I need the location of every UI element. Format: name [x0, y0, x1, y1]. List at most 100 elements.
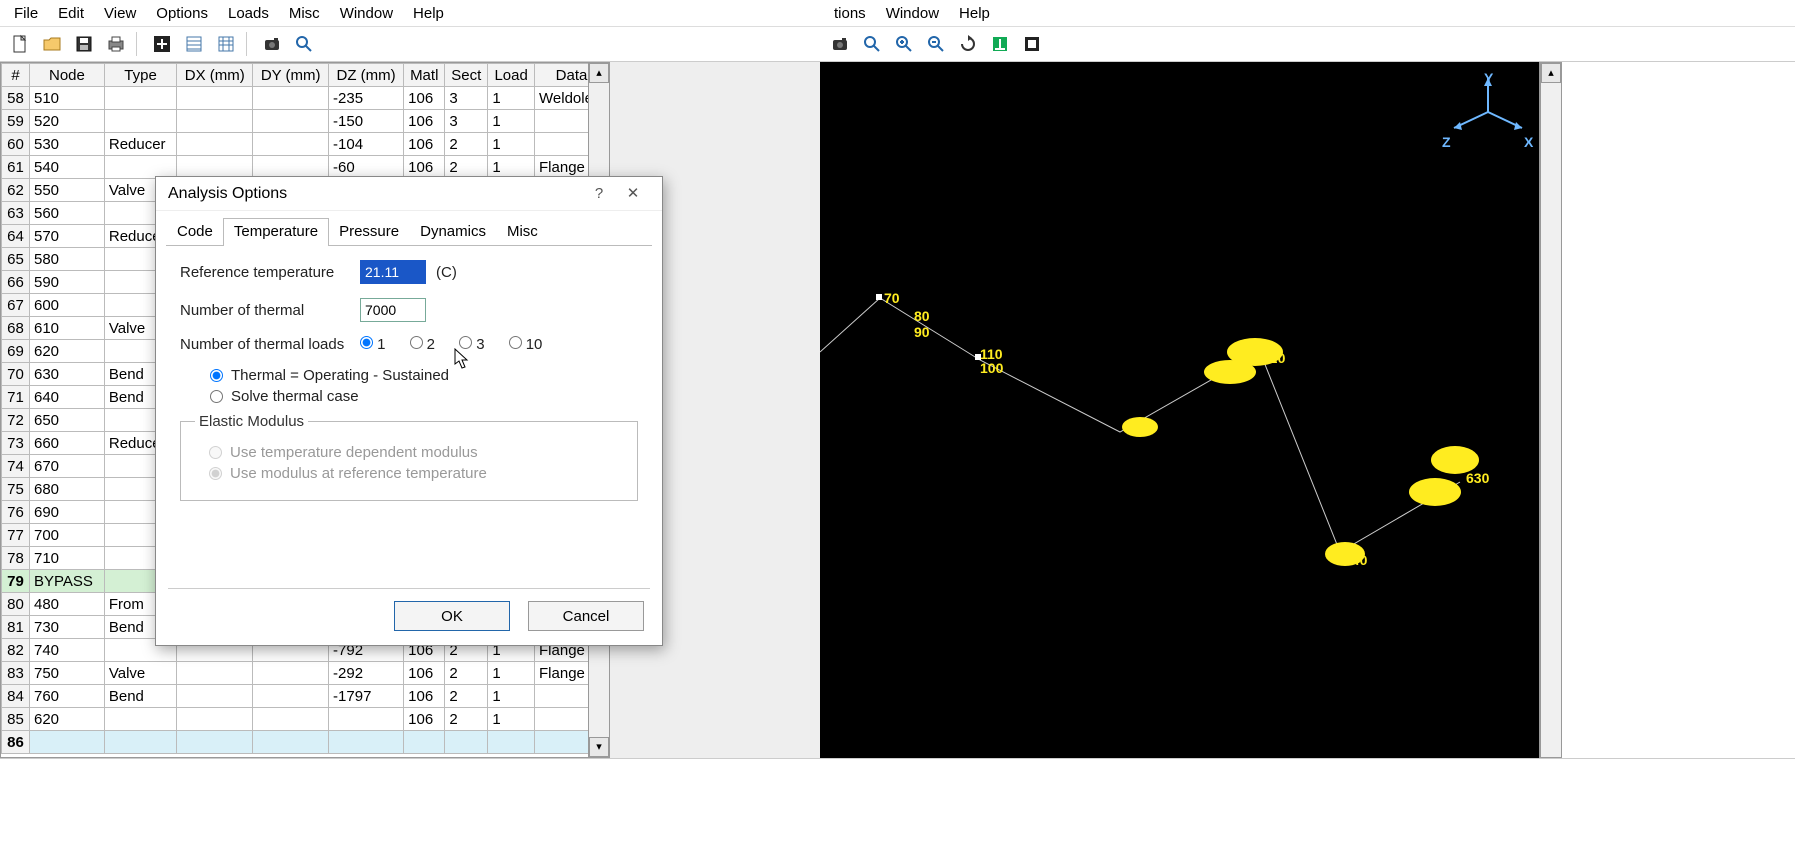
table-row[interactable]: 84760Bend -179710621 — [2, 685, 609, 708]
num-loads-option[interactable]: 1 — [360, 336, 386, 353]
cell[interactable]: 106 — [404, 662, 445, 685]
num-loads-option[interactable]: 3 — [459, 336, 485, 353]
cell[interactable]: 750 — [30, 662, 105, 685]
ref-temp-input[interactable] — [360, 260, 426, 284]
cell[interactable]: 66 — [2, 271, 30, 294]
cell[interactable]: 106 — [404, 87, 445, 110]
cell[interactable] — [404, 731, 445, 754]
cell[interactable] — [253, 662, 329, 685]
menu-item-view[interactable]: View — [94, 3, 146, 24]
cell[interactable]: 3 — [445, 110, 488, 133]
cell[interactable]: 76 — [2, 501, 30, 524]
cell[interactable]: 64 — [2, 225, 30, 248]
cell[interactable]: 85 — [2, 708, 30, 731]
ok-button[interactable]: OK — [394, 601, 510, 631]
num-loads-option[interactable]: 10 — [509, 336, 543, 353]
tab-code[interactable]: Code — [166, 218, 224, 246]
cell[interactable]: 2 — [445, 133, 488, 156]
cell[interactable] — [445, 731, 488, 754]
cell[interactable] — [104, 110, 176, 133]
zoom-in-icon[interactable] — [890, 30, 918, 58]
col-header[interactable]: Node — [30, 64, 105, 87]
viewport-scrollbar[interactable]: ▴ — [1540, 62, 1562, 758]
cell[interactable]: 1 — [488, 685, 535, 708]
cell[interactable]: 520 — [30, 110, 105, 133]
cell[interactable]: 1 — [488, 110, 535, 133]
cell[interactable]: BYPASS — [30, 570, 105, 593]
cell[interactable]: 730 — [30, 616, 105, 639]
cell[interactable]: 83 — [2, 662, 30, 685]
num-loads-option[interactable]: 2 — [410, 336, 436, 353]
scroll-up-icon[interactable]: ▴ — [589, 63, 609, 83]
menu-item-help[interactable]: Help — [403, 3, 454, 24]
cell[interactable]: 78 — [2, 547, 30, 570]
cell[interactable]: 79 — [2, 570, 30, 593]
cell[interactable]: 570 — [30, 225, 105, 248]
mode-option[interactable]: Thermal = Operating - Sustained — [210, 367, 638, 384]
cell[interactable]: 81 — [2, 616, 30, 639]
menu-item-file[interactable]: File — [4, 3, 48, 24]
cell[interactable]: 710 — [30, 547, 105, 570]
cell[interactable] — [177, 708, 253, 731]
scroll-up-icon[interactable]: ▴ — [1541, 63, 1561, 83]
zoom-icon[interactable] — [290, 30, 318, 58]
cell[interactable] — [30, 731, 105, 754]
cell[interactable]: 68 — [2, 317, 30, 340]
cell[interactable]: 62 — [2, 179, 30, 202]
cell[interactable] — [177, 87, 253, 110]
col-header[interactable]: DY (mm) — [253, 64, 329, 87]
col-header[interactable]: Type — [104, 64, 176, 87]
cell[interactable]: 760 — [30, 685, 105, 708]
menu-item-options[interactable]: Options — [146, 3, 218, 24]
help-button[interactable]: ? — [582, 180, 616, 208]
cell[interactable] — [253, 708, 329, 731]
menu-item-tions[interactable]: tions — [824, 3, 876, 24]
dialog-titlebar[interactable]: Analysis Options ? ✕ — [156, 177, 662, 211]
cell[interactable]: 3 — [445, 87, 488, 110]
cell[interactable]: 106 — [404, 685, 445, 708]
cell[interactable]: 84 — [2, 685, 30, 708]
zoom-icon[interactable] — [858, 30, 886, 58]
cell[interactable] — [177, 662, 253, 685]
cell[interactable]: Bend — [104, 685, 176, 708]
cell[interactable] — [177, 110, 253, 133]
cell[interactable]: Reducer — [104, 133, 176, 156]
cell[interactable]: 530 — [30, 133, 105, 156]
cell[interactable]: 59 — [2, 110, 30, 133]
cell[interactable] — [329, 708, 404, 731]
cell[interactable]: 69 — [2, 340, 30, 363]
menu-item-loads[interactable]: Loads — [218, 3, 279, 24]
cell[interactable]: 70 — [2, 363, 30, 386]
cell[interactable]: 74 — [2, 455, 30, 478]
tab-pressure[interactable]: Pressure — [328, 218, 410, 246]
cell[interactable]: 2 — [445, 708, 488, 731]
list-view-icon[interactable] — [180, 30, 208, 58]
cell[interactable]: 1 — [488, 662, 535, 685]
cell[interactable] — [253, 87, 329, 110]
cell[interactable]: 60 — [2, 133, 30, 156]
cell[interactable]: -1797 — [329, 685, 404, 708]
3d-viewport[interactable]: Y X Z 708090110100320630140 — [820, 62, 1540, 758]
cell[interactable]: 480 — [30, 593, 105, 616]
table-row[interactable]: 60530Reducer-10410621 — [2, 133, 609, 156]
cell[interactable]: 580 — [30, 248, 105, 271]
table-row[interactable]: 83750Valve-29210621Flange — [2, 662, 609, 685]
cell[interactable]: 61 — [2, 156, 30, 179]
cell[interactable]: 106 — [404, 133, 445, 156]
cell[interactable]: 58 — [2, 87, 30, 110]
cell[interactable] — [253, 685, 329, 708]
save-icon[interactable] — [70, 30, 98, 58]
cell[interactable]: -150 — [329, 110, 404, 133]
col-header[interactable]: # — [2, 64, 30, 87]
cell[interactable]: 2 — [445, 685, 488, 708]
cell[interactable]: 670 — [30, 455, 105, 478]
menu-item-window[interactable]: Window — [876, 3, 949, 24]
table-row[interactable]: 59520-15010631 — [2, 110, 609, 133]
table-row[interactable]: 86 — [2, 731, 609, 754]
add-node-icon[interactable] — [148, 30, 176, 58]
cell[interactable]: 510 — [30, 87, 105, 110]
cell[interactable]: 660 — [30, 432, 105, 455]
cell[interactable]: 620 — [30, 340, 105, 363]
cell[interactable]: 690 — [30, 501, 105, 524]
col-header[interactable]: DZ (mm) — [329, 64, 404, 87]
